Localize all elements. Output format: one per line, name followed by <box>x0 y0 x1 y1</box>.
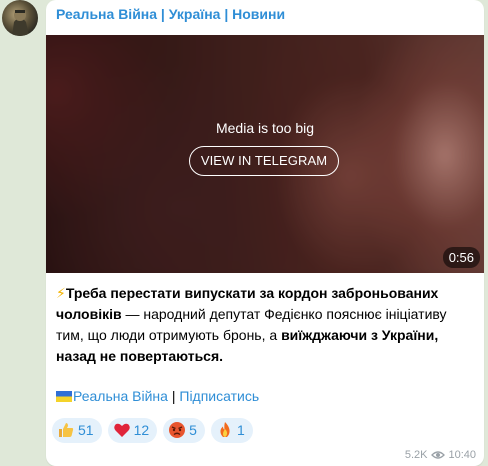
subscribe-link[interactable]: Підписатись <box>179 388 259 404</box>
fire-icon <box>220 422 230 437</box>
lightning-icon: ⚡ <box>56 285 66 301</box>
reaction-angry[interactable]: 5 <box>163 418 205 443</box>
reaction-heart[interactable]: 12 <box>107 418 158 443</box>
reaction-count: 51 <box>78 422 94 438</box>
media-too-big-message: Media is too big <box>215 120 315 136</box>
video-duration-badge: 0:56 <box>442 247 480 268</box>
channel-link[interactable]: Реальна Війна <box>73 388 168 404</box>
signature-separator: | <box>167 388 180 404</box>
view-in-telegram-button[interactable]: VIEW IN TELEGRAM <box>189 146 339 176</box>
channel-avatar[interactable] <box>2 0 38 36</box>
message-meta: 5.2K 10:40 <box>405 449 476 461</box>
thumbs-up-icon <box>59 423 74 437</box>
reaction-thumbs-up[interactable]: 51 <box>52 418 102 443</box>
video-preview[interactable]: Media is too big VIEW IN TELEGRAM 0:56 <box>46 35 484 273</box>
reaction-fire[interactable]: 1 <box>210 418 253 443</box>
heart-icon <box>113 423 130 437</box>
reaction-count: 12 <box>133 422 150 438</box>
message-time: 10:40 <box>448 449 476 461</box>
reaction-count: 1 <box>236 422 245 438</box>
reaction-count: 5 <box>189 422 197 438</box>
reactions-bar: 51 12 5 1 <box>52 418 259 443</box>
channel-name[interactable]: Реальна Війна | Україна | Новини <box>56 6 285 22</box>
angry-face-icon <box>169 422 186 438</box>
ukraine-flag-icon <box>56 391 72 402</box>
message-bubble: Реальна Війна | Україна | Новини Media i… <box>46 0 484 466</box>
post-text: ⚡Треба перестати випускати за кордон заб… <box>56 283 476 367</box>
eye-icon <box>431 451 446 459</box>
post-signature: Реальна Війна | Підписатись <box>56 388 259 404</box>
view-count: 5.2K <box>404 449 428 461</box>
